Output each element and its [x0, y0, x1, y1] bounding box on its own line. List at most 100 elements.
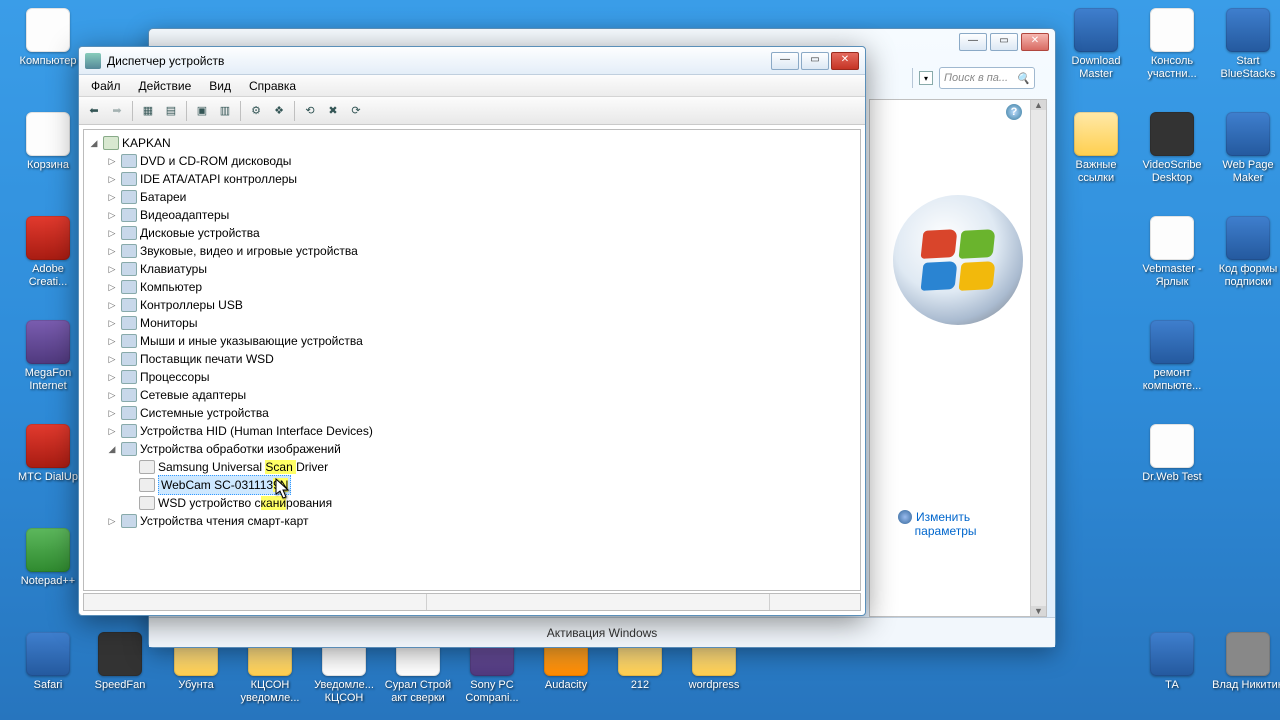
tb-btn-7[interactable]: ⟲: [299, 100, 321, 122]
tree-category-imaging[interactable]: ◢ Устройства обработки изображений: [88, 440, 856, 458]
tree-category[interactable]: ▷Устройства HID (Human Interface Devices…: [88, 422, 856, 440]
expand-toggle[interactable]: ◢: [106, 440, 118, 458]
explorer-window-controls: — ▭ ✕: [959, 33, 1049, 51]
tree-device[interactable]: WebCam SC-0311139N: [88, 476, 856, 494]
expand-toggle[interactable]: ◢: [88, 134, 100, 152]
expand-toggle[interactable]: ▷: [106, 332, 118, 350]
expand-toggle[interactable]: ▷: [106, 314, 118, 332]
forward-button[interactable]: ➡: [106, 100, 128, 122]
expand-toggle[interactable]: ▷: [106, 512, 118, 530]
expand-toggle[interactable]: ▷: [106, 296, 118, 314]
minimize-button[interactable]: —: [771, 52, 799, 70]
expand-toggle[interactable]: ▷: [106, 368, 118, 386]
tree-category[interactable]: ▷Дисковые устройства: [88, 224, 856, 242]
menubar: ФайлДействиеВидСправка: [79, 75, 865, 97]
tree-category[interactable]: ▷Мыши и иные указывающие устройства: [88, 332, 856, 350]
titlebar[interactable]: Диспетчер устройств — ▭ ✕: [79, 47, 865, 75]
tb-btn-6[interactable]: ❖: [268, 100, 290, 122]
desktop-icon[interactable]: Safari: [12, 632, 84, 692]
view-dropdown[interactable]: ▾: [919, 71, 933, 85]
windows-logo: [893, 195, 1023, 325]
menu-item[interactable]: Файл: [83, 77, 129, 95]
tree-label: Сетевые адаптеры: [140, 386, 246, 404]
maximize-button[interactable]: ▭: [801, 52, 829, 70]
tree-root[interactable]: ◢KAPKAN: [88, 134, 856, 152]
maximize-button[interactable]: ▭: [990, 33, 1018, 51]
desktop-icon[interactable]: Корзина: [12, 112, 84, 172]
tb-btn-1[interactable]: ▦: [137, 100, 159, 122]
tree-category[interactable]: ▷IDE ATA/ATAPI контроллеры: [88, 170, 856, 188]
desktop-icon[interactable]: Web Page Maker: [1212, 112, 1280, 184]
tree-category[interactable]: ▷Компьютер: [88, 278, 856, 296]
desktop-icon[interactable]: Download Master: [1060, 8, 1132, 80]
tree-category[interactable]: ▷ Процессоры: [88, 368, 856, 386]
device-icon: [121, 352, 137, 366]
tb-btn-4[interactable]: ▥: [214, 100, 236, 122]
desktop-icon[interactable]: SpeedFan: [84, 632, 156, 692]
tree-category[interactable]: ▷Батареи: [88, 188, 856, 206]
device-tree[interactable]: ◢KAPKAN▷DVD и CD-ROM дисководы▷IDE ATA/A…: [83, 129, 861, 591]
tree-category[interactable]: ▷Контроллеры USB: [88, 296, 856, 314]
tree-device[interactable]: Samsung Universal Scan Driver: [88, 458, 856, 476]
tree-category[interactable]: ▷Видеоадаптеры: [88, 206, 856, 224]
camera-icon: [139, 460, 155, 474]
desktop-icon[interactable]: МТС DialUp: [12, 424, 84, 484]
expand-toggle[interactable]: ▷: [106, 224, 118, 242]
desktop-icon[interactable]: ремонт компьюте...: [1136, 320, 1208, 392]
search-input[interactable]: Поиск в па... 🔍: [939, 67, 1035, 89]
tree-category[interactable]: ▷Звуковые, видео и игровые устройства: [88, 242, 856, 260]
tree-category[interactable]: ▷Поставщик печати WSD: [88, 350, 856, 368]
tb-btn-3[interactable]: ▣: [191, 100, 213, 122]
device-icon: [121, 280, 137, 294]
close-button[interactable]: ✕: [1021, 33, 1049, 51]
tree-category[interactable]: ▷Устройства чтения смарт-карт: [88, 512, 856, 530]
desktop-icon[interactable]: Adobe Creati...: [12, 216, 84, 288]
tree-category[interactable]: ▷ Сетевые адаптеры: [88, 386, 856, 404]
desktop-icon[interactable]: Notepad++: [12, 528, 84, 588]
desktop-icon[interactable]: VideoScribe Desktop: [1136, 112, 1208, 184]
tree-label: Устройства обработки изображений: [140, 440, 341, 458]
desktop-icon[interactable]: MegaFon Internet: [12, 320, 84, 392]
tree-category[interactable]: ▷DVD и CD-ROM дисководы: [88, 152, 856, 170]
menu-item[interactable]: Вид: [201, 77, 239, 95]
change-settings-link[interactable]: Изменить параметры: [898, 510, 977, 538]
expand-toggle[interactable]: ▷: [106, 242, 118, 260]
tree-device[interactable]: WSD устройство сканирования: [88, 494, 856, 512]
back-button[interactable]: ⬅: [83, 100, 105, 122]
desktop-icon[interactable]: Влад Никитин: [1212, 632, 1280, 692]
close-button[interactable]: ✕: [831, 52, 859, 70]
menu-item[interactable]: Справка: [241, 77, 304, 95]
tree-label: Процессоры: [140, 368, 210, 386]
tree-label: Samsung Universal Scan Driver: [158, 458, 328, 476]
desktop-icon[interactable]: Vebmaster - Ярлык: [1136, 216, 1208, 288]
minimize-button[interactable]: —: [959, 33, 987, 51]
expand-toggle[interactable]: ▷: [106, 152, 118, 170]
expand-toggle[interactable]: ▷: [106, 260, 118, 278]
desktop-icon[interactable]: Консоль участни...: [1136, 8, 1208, 80]
expand-toggle[interactable]: ▷: [106, 350, 118, 368]
help-icon[interactable]: ?: [1006, 104, 1022, 120]
tb-btn-2[interactable]: ▤: [160, 100, 182, 122]
tree-category[interactable]: ▷Мониторы: [88, 314, 856, 332]
expand-toggle[interactable]: ▷: [106, 188, 118, 206]
expand-toggle[interactable]: ▷: [106, 422, 118, 440]
tb-btn-8[interactable]: ✖: [322, 100, 344, 122]
tb-btn-5[interactable]: ⚙: [245, 100, 267, 122]
tree-category[interactable]: ▷Системные устройства: [88, 404, 856, 422]
expand-toggle[interactable]: ▷: [106, 206, 118, 224]
desktop-icon[interactable]: Компьютер: [12, 8, 84, 68]
desktop-icon[interactable]: Важные ссылки: [1060, 112, 1132, 184]
expand-toggle[interactable]: ▷: [106, 386, 118, 404]
tb-btn-9[interactable]: ⟳: [345, 100, 367, 122]
expand-toggle[interactable]: ▷: [106, 278, 118, 296]
desktop-icon[interactable]: Dr.Web Test: [1136, 424, 1208, 484]
scrollbar[interactable]: [1030, 100, 1046, 616]
menu-item[interactable]: Действие: [131, 77, 200, 95]
desktop-icon[interactable]: Start BlueStacks: [1212, 8, 1280, 80]
device-icon: [121, 406, 137, 420]
desktop-icon[interactable]: ТА: [1136, 632, 1208, 692]
desktop-icon[interactable]: Код формы подписки: [1212, 216, 1280, 288]
expand-toggle[interactable]: ▷: [106, 170, 118, 188]
tree-category[interactable]: ▷Клавиатуры: [88, 260, 856, 278]
expand-toggle[interactable]: ▷: [106, 404, 118, 422]
